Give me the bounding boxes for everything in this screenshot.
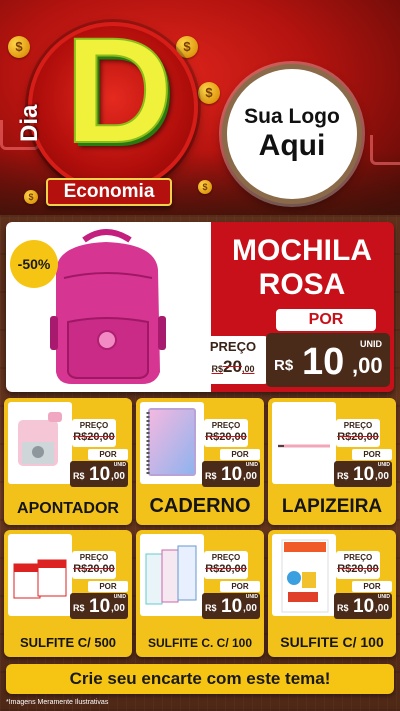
old-price-tag: PREÇO R$20,00 — [336, 551, 380, 579]
product-name: CADERNO — [149, 495, 251, 517]
logo-dia-text: Dia — [16, 104, 43, 142]
hero-unit-label: UNID — [360, 339, 382, 349]
hero-price-decimal: ,00 — [352, 353, 383, 378]
product-image — [272, 402, 336, 484]
preco-label: PREÇO — [79, 421, 109, 430]
hero-title-line1: MOCHILA — [232, 234, 372, 267]
hero-por-label: POR — [276, 309, 376, 331]
por-label: POR — [220, 449, 260, 460]
old-price: R$20,00 — [337, 563, 379, 575]
product-image — [8, 402, 72, 484]
price-decimal: ,00 — [111, 603, 125, 614]
por-label: POR — [88, 581, 128, 592]
currency: R$ — [337, 603, 349, 613]
price-box: UNID R$ 10,00 — [70, 461, 128, 487]
product-name: SULFITE C. C/ 100 — [147, 636, 253, 650]
disclaimer: *Imagens Meramente Ilustrativas — [6, 699, 109, 706]
product-name: APONTADOR — [17, 500, 119, 517]
logo-letter-d: D — [64, 6, 174, 174]
currency: R$ — [73, 471, 85, 481]
coin-icon: $ — [198, 180, 212, 194]
product-image — [272, 534, 336, 616]
coin-icon: $ — [24, 190, 38, 204]
discount-badge: -50% — [10, 240, 58, 288]
hero-price-box: UNID R$ 10 ,00 — [266, 333, 390, 387]
product-card[interactable]: PREÇO R$20,00 POR UNID R$ 10,00 LAPIZEIRA — [268, 398, 396, 525]
product-card[interactable]: PREÇO R$20,00 POR UNID R$ 10,00 APONTADOR — [4, 398, 132, 525]
product-card[interactable]: PREÇO R$20,00 POR UNID R$ 10,00 SULFITE C/ 500 — [4, 530, 132, 657]
your-logo-line1: Sua Logo — [244, 105, 340, 128]
hero-old-price-tag: PREÇO R$20,00 — [198, 336, 268, 384]
price-integer: 10 — [353, 596, 375, 617]
por-label: POR — [352, 581, 392, 592]
old-price: R$20,00 — [205, 431, 247, 443]
price-decimal: ,00 — [111, 471, 125, 482]
por-label: POR — [352, 449, 392, 460]
price-integer: 10 — [221, 464, 243, 485]
unit-label: UNID — [113, 462, 126, 468]
hero-currency: R$ — [274, 357, 294, 374]
old-price: R$20,00 — [205, 563, 247, 575]
price-box: UNID R$ 10,00 — [334, 593, 392, 619]
product-name: SULFITE C/ 500 — [19, 635, 117, 650]
price-integer: 10 — [221, 596, 243, 617]
product-card[interactable]: PREÇO R$20,00 POR UNID R$ 10,00 SULFITE C. C/ … — [136, 530, 264, 657]
unit-label: UNID — [377, 594, 390, 600]
old-price-tag: PREÇO R$20,00 — [204, 551, 248, 579]
unit-label: UNID — [113, 594, 126, 600]
preco-label: PREÇO — [79, 553, 109, 562]
your-logo-line2: Aqui — [258, 129, 326, 162]
shopping-cart-icon — [370, 135, 400, 165]
unit-label: UNID — [245, 462, 258, 468]
old-price-tag: PREÇO R$20,00 — [336, 419, 380, 447]
currency: R$ — [205, 471, 217, 481]
hero-price-integer: 10 — [302, 341, 345, 383]
preco-label: PREÇO — [343, 421, 373, 430]
price-box: UNID R$ 10,00 — [334, 461, 392, 487]
price-integer: 10 — [353, 464, 375, 485]
cta-banner[interactable]: Crie seu encarte com este tema! — [6, 664, 394, 694]
hero-title-line2: ROSA — [258, 268, 346, 301]
unit-label: UNID — [245, 594, 258, 600]
price-box: UNID R$ 10,00 — [202, 593, 260, 619]
product-name: SULFITE C/ 100 — [280, 634, 384, 650]
currency: R$ — [73, 603, 85, 613]
price-decimal: ,00 — [243, 603, 257, 614]
price-integer: 10 — [89, 596, 111, 617]
product-card[interactable]: PREÇO R$20,00 POR UNID R$ 10,00 SULFITE C/ 100 — [268, 530, 396, 657]
currency: R$ — [205, 603, 217, 613]
preco-label: PREÇO — [211, 553, 241, 562]
hero-preco-label: PREÇO — [209, 339, 257, 354]
price-box: UNID R$ 10,00 — [70, 593, 128, 619]
coin-icon: $ — [8, 36, 30, 58]
hero-old-price: R$20,00 — [211, 357, 255, 376]
price-decimal: ,00 — [243, 471, 257, 482]
price-decimal: ,00 — [375, 603, 389, 614]
product-image — [140, 534, 204, 616]
old-price-tag: PREÇO R$20,00 — [204, 419, 248, 447]
price-decimal: ,00 — [375, 471, 389, 482]
por-label: POR — [88, 449, 128, 460]
currency: R$ — [337, 471, 349, 481]
logo-economia-banner: Economia — [46, 178, 172, 206]
coin-icon: $ — [198, 82, 220, 104]
old-price: R$20,00 — [337, 431, 379, 443]
preco-label: PREÇO — [343, 553, 373, 562]
old-price: R$20,00 — [73, 563, 115, 575]
price-integer: 10 — [89, 464, 111, 485]
por-label: POR — [220, 581, 260, 592]
product-image — [8, 534, 72, 616]
unit-label: UNID — [377, 462, 390, 468]
price-box: UNID R$ 10,00 — [202, 461, 260, 487]
old-price: R$20,00 — [73, 431, 115, 443]
product-card[interactable]: PREÇO R$20,00 POR UNID R$ 10,00 CADERNO — [136, 398, 264, 525]
old-price-tag: PREÇO R$20,00 — [72, 419, 116, 447]
preco-label: PREÇO — [211, 421, 241, 430]
your-logo-placeholder[interactable]: Sua Logo Aqui — [222, 64, 362, 204]
hero-title: MOCHILA ROSA — [208, 234, 396, 302]
product-image — [140, 402, 204, 484]
product-name: LAPIZEIRA — [281, 496, 383, 517]
old-price-tag: PREÇO R$20,00 — [72, 551, 116, 579]
